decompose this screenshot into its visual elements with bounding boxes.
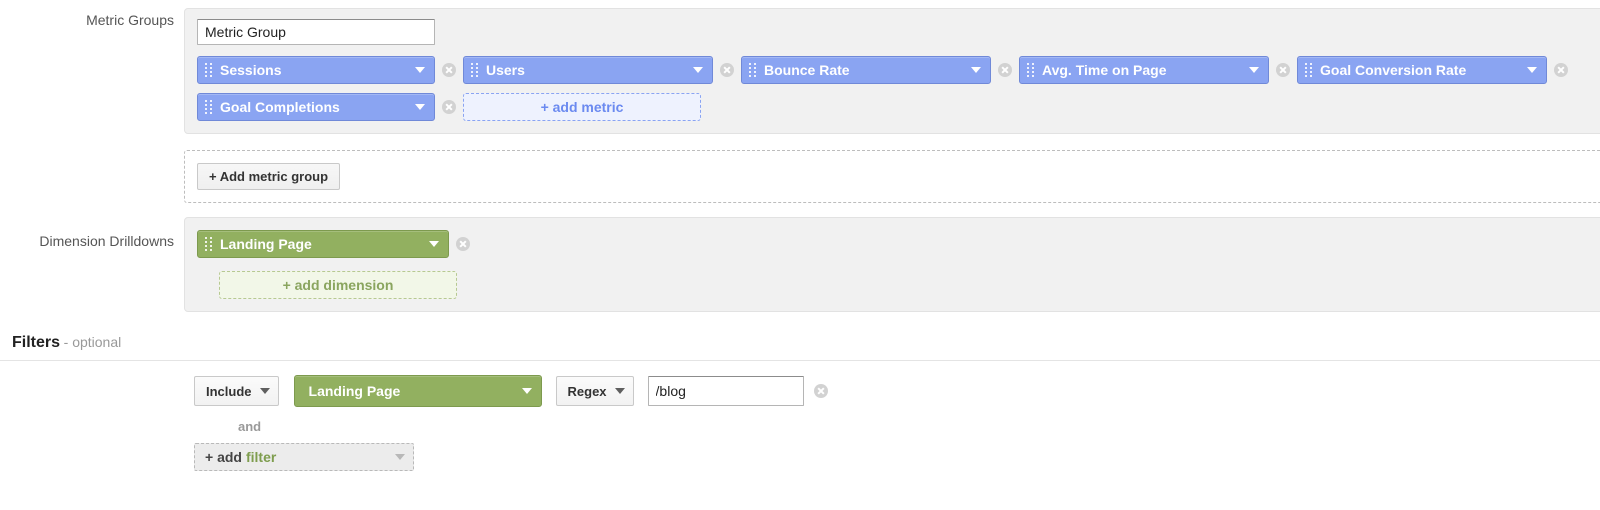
metric-chip-bounce-rate[interactable]: Bounce Rate — [741, 56, 991, 84]
filter-conjunction: and — [238, 419, 262, 434]
remove-circle-icon[interactable] — [1276, 63, 1290, 77]
metric-group-name-input[interactable] — [197, 19, 435, 45]
add-dimension-button[interactable]: + add dimension — [219, 271, 457, 299]
drag-handle-icon[interactable] — [471, 63, 478, 77]
add-metric-group-panel: + Add metric group — [184, 150, 1600, 203]
chevron-down-icon — [971, 67, 981, 73]
dimension-chip-row: Landing Page — [197, 230, 1591, 258]
add-metric-button[interactable]: + add metric — [463, 93, 701, 121]
dimension-chip-label: Landing Page — [220, 236, 312, 252]
add-metric-group-button[interactable]: + Add metric group — [197, 163, 341, 190]
metric-chip-label: Sessions — [220, 62, 282, 78]
chevron-down-icon — [521, 388, 532, 394]
filters-row: Include Landing Page Regex and + add fil… — [0, 375, 1600, 471]
metric-chip-row-2: Goal Completions + add metric — [197, 93, 1591, 121]
filter-include-label: Include — [206, 383, 252, 399]
metric-chip-label: Bounce Rate — [764, 62, 850, 78]
dimension-drilldowns-body: Landing Page + add dimension — [184, 217, 1600, 312]
metric-chip-label: Avg. Time on Page — [1042, 62, 1167, 78]
filter-row-1: Include Landing Page Regex — [184, 375, 1600, 407]
metric-chip-row-1: Sessions Users Bounce Rate Avg. Time on … — [197, 56, 1591, 84]
chevron-down-icon — [1249, 67, 1259, 73]
dimension-chip-wrap: Landing Page — [197, 230, 477, 258]
chevron-down-icon — [429, 241, 439, 247]
filter-dimension-label: Landing Page — [308, 383, 401, 399]
remove-circle-icon[interactable] — [1554, 63, 1568, 77]
dimension-chip-landing-page[interactable]: Landing Page — [197, 230, 449, 258]
dimension-drilldowns-row: Dimension Drilldowns Landing Page + add … — [0, 217, 1600, 312]
drag-handle-icon[interactable] — [1027, 63, 1034, 77]
filter-match-type-select[interactable]: Regex — [555, 376, 634, 406]
drag-handle-icon[interactable] — [1305, 63, 1312, 77]
add-filter-suffix: filter — [245, 449, 277, 465]
metric-group-panel: Sessions Users Bounc — [184, 8, 1600, 134]
metric-chip-wrap: Users — [463, 56, 741, 84]
chevron-down-icon — [395, 454, 405, 460]
metric-chip-goal-conversion-rate[interactable]: Goal Conversion Rate — [1297, 56, 1547, 84]
remove-circle-icon[interactable] — [720, 63, 734, 77]
chevron-down-icon — [693, 67, 703, 73]
metric-chip-wrap: Sessions — [197, 56, 463, 84]
metric-chip-sessions[interactable]: Sessions — [197, 56, 435, 84]
chevron-down-icon — [415, 67, 425, 73]
metric-chip-wrap: Bounce Rate — [741, 56, 1019, 84]
chevron-down-icon — [259, 388, 270, 394]
metric-chip-label: Goal Conversion Rate — [1320, 62, 1467, 78]
metric-chip-wrap: Goal Conversion Rate — [1297, 56, 1575, 84]
remove-circle-icon[interactable] — [813, 384, 828, 398]
drag-handle-icon[interactable] — [205, 100, 212, 114]
metric-chip-label: Goal Completions — [220, 99, 340, 115]
filter-match-type-label: Regex — [567, 383, 607, 399]
remove-circle-icon[interactable] — [998, 63, 1012, 77]
filters-heading: Filters - optional — [0, 334, 1600, 361]
drag-handle-icon[interactable] — [205, 63, 212, 77]
filters-body: Include Landing Page Regex and + add fil… — [184, 375, 1600, 471]
drag-handle-icon[interactable] — [205, 237, 212, 251]
filter-dimension-select[interactable]: Landing Page — [293, 375, 542, 407]
filters-subtitle: - optional — [63, 334, 122, 350]
remove-circle-icon[interactable] — [456, 237, 470, 251]
metric-chip-avg-time-on-page[interactable]: Avg. Time on Page — [1019, 56, 1269, 84]
filters-section: Filters - optional Include Landing Page … — [0, 334, 1600, 471]
filters-title: Filters — [12, 334, 61, 351]
metric-chip-wrap: Goal Completions — [197, 93, 463, 121]
dimension-drilldowns-label: Dimension Drilldowns — [39, 233, 174, 249]
remove-circle-icon[interactable] — [442, 100, 456, 114]
metric-chip-label: Users — [486, 62, 525, 78]
metric-chip-users[interactable]: Users — [463, 56, 713, 84]
metric-chip-goal-completions[interactable]: Goal Completions — [197, 93, 435, 121]
metric-groups-row: Metric Groups Sessions Users — [0, 8, 1600, 203]
drag-handle-icon[interactable] — [749, 63, 756, 77]
add-dimension-row: + add dimension — [197, 271, 1591, 299]
metric-groups-body: Sessions Users Bounc — [184, 8, 1600, 203]
remove-circle-icon[interactable] — [442, 63, 456, 77]
metric-chip-wrap: Avg. Time on Page — [1019, 56, 1297, 84]
chevron-down-icon — [614, 388, 625, 394]
add-filter-button[interactable]: + add filter — [194, 443, 414, 471]
chevron-down-icon — [1527, 67, 1537, 73]
add-filter-prefix: + add — [205, 449, 242, 465]
filter-include-select[interactable]: Include — [194, 376, 279, 406]
chevron-down-icon — [415, 104, 425, 110]
metric-groups-label: Metric Groups — [86, 12, 174, 28]
dimension-drilldown-panel: Landing Page + add dimension — [184, 217, 1600, 312]
filter-value-input[interactable] — [647, 376, 804, 406]
